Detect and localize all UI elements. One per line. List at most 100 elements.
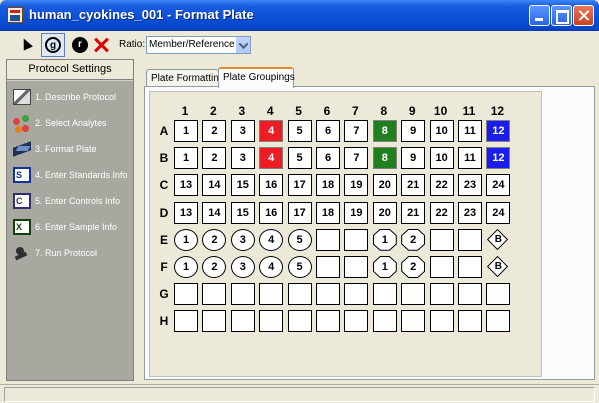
well-D3[interactable]: 15 (230, 201, 255, 224)
well-F1[interactable]: 1 (174, 256, 198, 278)
well-B10[interactable]: 10 (429, 147, 454, 170)
well-F5[interactable]: 5 (287, 256, 312, 278)
well-B2[interactable]: 2 (202, 147, 227, 170)
tab-plate-groupings[interactable]: Plate Groupings (218, 67, 295, 88)
step-enter-controls[interactable]: C 5. Enter Controls Info (11, 191, 133, 213)
well-B4[interactable]: 4 (259, 147, 284, 170)
well-B1[interactable]: 1 (174, 147, 198, 170)
well-C5[interactable]: 17 (287, 174, 312, 197)
well-D7[interactable]: 19 (344, 201, 369, 224)
well-A1[interactable]: 1 (174, 120, 198, 142)
well-E5[interactable]: 5 (287, 228, 312, 251)
well-B6[interactable]: 6 (316, 147, 340, 170)
well-E12[interactable]: B (486, 228, 510, 251)
well-E11[interactable] (458, 228, 482, 251)
well-A11[interactable]: 11 (458, 120, 482, 142)
well-A5[interactable]: 5 (287, 120, 312, 142)
well-H11[interactable] (458, 310, 482, 333)
well-H5[interactable] (287, 310, 312, 333)
well-D6[interactable]: 18 (316, 201, 340, 224)
well-E1[interactable]: 1 (174, 228, 198, 251)
well-A4[interactable]: 4 (259, 120, 284, 142)
well-E6[interactable] (316, 228, 340, 251)
well-F10[interactable] (429, 256, 454, 278)
pointer-icon[interactable] (17, 35, 37, 55)
well-H4[interactable] (259, 310, 284, 333)
well-F6[interactable] (316, 256, 340, 278)
well-E8[interactable]: 1 (372, 228, 397, 251)
well-B11[interactable]: 11 (458, 147, 482, 170)
well-E10[interactable] (429, 228, 454, 251)
well-A10[interactable]: 10 (429, 120, 454, 142)
well-G5[interactable] (287, 283, 312, 306)
step-describe-protocol[interactable]: 1. Describe Protocol (11, 87, 133, 109)
reference-tool-button[interactable]: r (70, 35, 90, 55)
step-enter-sample[interactable]: X 6. Enter Sample Info (11, 217, 133, 239)
chevron-down-icon[interactable] (235, 37, 250, 53)
step-select-analytes[interactable]: 2. Select Analytes (11, 113, 133, 135)
well-G11[interactable] (458, 283, 482, 306)
well-H8[interactable] (372, 310, 397, 333)
well-G10[interactable] (429, 283, 454, 306)
well-C4[interactable]: 16 (259, 174, 284, 197)
well-D10[interactable]: 22 (429, 201, 454, 224)
well-C12[interactable]: 24 (486, 174, 511, 197)
well-A3[interactable]: 3 (230, 120, 255, 142)
minimize-button[interactable] (529, 5, 550, 26)
well-G3[interactable] (230, 283, 255, 306)
well-B8[interactable]: 8 (372, 147, 397, 170)
step-enter-standards[interactable]: S 4. Enter Standards Info (11, 165, 133, 187)
well-D9[interactable]: 21 (401, 201, 426, 224)
well-H7[interactable] (344, 310, 369, 333)
close-button[interactable] (573, 5, 594, 26)
well-H3[interactable] (230, 310, 255, 333)
well-E2[interactable]: 2 (202, 228, 227, 251)
well-G2[interactable] (202, 283, 227, 306)
maximize-button[interactable] (551, 5, 572, 26)
well-F8[interactable]: 1 (372, 256, 397, 278)
well-D11[interactable]: 23 (458, 201, 482, 224)
tab-plate-formatting[interactable]: Plate Formatting (146, 69, 224, 87)
well-H1[interactable] (174, 310, 198, 333)
well-A8[interactable]: 8 (372, 120, 397, 142)
well-D2[interactable]: 14 (202, 201, 227, 224)
group-tool-button[interactable]: g (41, 33, 65, 57)
well-G8[interactable] (372, 283, 397, 306)
well-B7[interactable]: 7 (344, 147, 369, 170)
well-B12[interactable]: 12 (486, 147, 511, 170)
well-E3[interactable]: 3 (230, 228, 255, 251)
well-C7[interactable]: 19 (344, 174, 369, 197)
well-C3[interactable]: 15 (230, 174, 255, 197)
well-D8[interactable]: 20 (372, 201, 397, 224)
well-C9[interactable]: 21 (401, 174, 426, 197)
app-icon[interactable] (7, 7, 23, 23)
well-H10[interactable] (429, 310, 454, 333)
well-E9[interactable]: 2 (401, 228, 426, 251)
well-A9[interactable]: 9 (401, 120, 426, 142)
well-D4[interactable]: 16 (259, 201, 284, 224)
well-H6[interactable] (316, 310, 340, 333)
well-F11[interactable] (458, 256, 482, 278)
well-G6[interactable] (316, 283, 340, 306)
well-A7[interactable]: 7 (344, 120, 369, 142)
well-C10[interactable]: 22 (429, 174, 454, 197)
well-B3[interactable]: 3 (230, 147, 255, 170)
well-H2[interactable] (202, 310, 227, 333)
well-C11[interactable]: 23 (458, 174, 482, 197)
well-F7[interactable] (344, 256, 369, 278)
well-F9[interactable]: 2 (401, 256, 426, 278)
well-A2[interactable]: 2 (202, 120, 227, 142)
well-E7[interactable] (344, 228, 369, 251)
well-B9[interactable]: 9 (401, 147, 426, 170)
well-G4[interactable] (259, 283, 284, 306)
well-G7[interactable] (344, 283, 369, 306)
well-C2[interactable]: 14 (202, 174, 227, 197)
delete-icon[interactable] (91, 35, 111, 55)
well-D12[interactable]: 24 (486, 201, 511, 224)
well-H12[interactable] (486, 310, 511, 333)
ratio-select[interactable]: Member/Reference (146, 36, 251, 54)
well-A6[interactable]: 6 (316, 120, 340, 142)
well-A12[interactable]: 12 (486, 120, 511, 142)
well-D1[interactable]: 13 (174, 201, 198, 224)
well-C1[interactable]: 13 (174, 174, 198, 197)
